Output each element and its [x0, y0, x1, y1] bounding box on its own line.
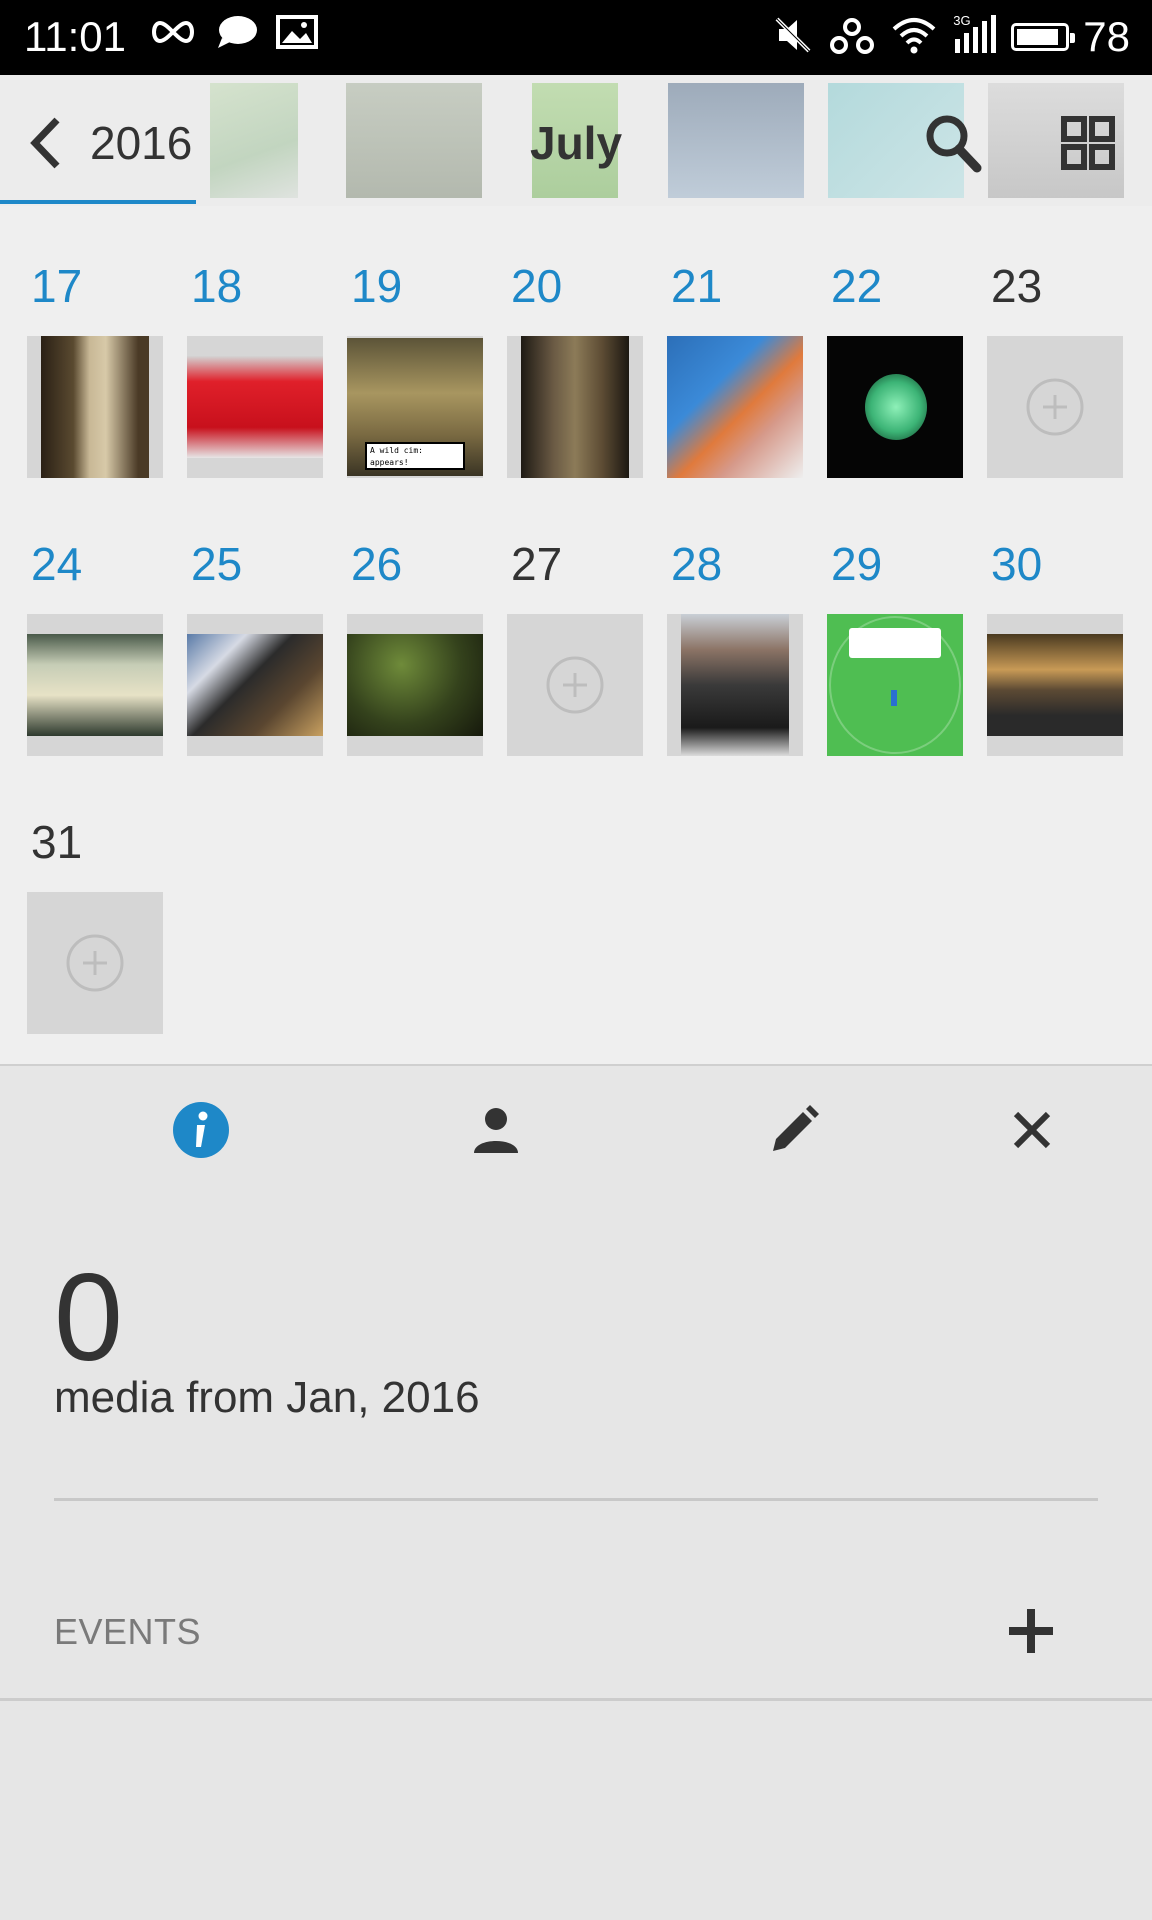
edit-tab[interactable]: [762, 1098, 826, 1162]
chevron-left-icon: [30, 117, 60, 169]
pencil-icon: [773, 1105, 819, 1151]
search-icon: [926, 115, 982, 173]
header-thumbnail: [668, 83, 804, 198]
day-cell[interactable]: 22: [827, 258, 963, 478]
day-number: 24: [31, 538, 83, 590]
media-count-caption: media from Jan, 2016: [54, 1373, 480, 1422]
day-thumbnail[interactable]: [667, 336, 803, 478]
day-number: 31: [31, 816, 83, 868]
day-number: 19: [351, 260, 403, 312]
day-cell[interactable]: 20: [507, 258, 643, 478]
section-divider: [54, 1498, 1098, 1501]
day-number: 27: [511, 538, 563, 590]
day-thumbnail[interactable]: [27, 336, 163, 478]
add-event-button[interactable]: [1006, 1606, 1056, 1656]
add-circle-icon: [546, 656, 604, 714]
day-cell[interactable]: 23: [987, 258, 1123, 478]
events-divider: [0, 1698, 1152, 1701]
day-number: 30: [991, 538, 1043, 590]
day-cell[interactable]: 26: [347, 536, 483, 756]
day-cell[interactable]: 25: [187, 536, 323, 756]
add-media-placeholder[interactable]: [27, 892, 163, 1034]
info-tab[interactable]: [169, 1098, 233, 1162]
people-tab[interactable]: [464, 1098, 528, 1162]
image-icon: [276, 15, 318, 54]
day-cell[interactable]: 19 A wild cim: appears!: [347, 258, 483, 478]
media-count: 0: [54, 1249, 123, 1387]
day-thumbnail[interactable]: [187, 614, 323, 756]
status-bar: 11:01 3G 78: [0, 0, 1152, 75]
day-cell[interactable]: 18: [187, 258, 323, 478]
person-icon: [474, 1108, 518, 1153]
day-number: 28: [671, 538, 723, 590]
search-button[interactable]: [922, 111, 984, 175]
day-number: 17: [31, 260, 83, 312]
events-section-label: EVENTS: [54, 1611, 202, 1652]
battery-level: 78: [1083, 13, 1130, 60]
day-thumbnail[interactable]: [187, 336, 323, 478]
year-tab[interactable]: 2016: [90, 115, 192, 171]
day-cell[interactable]: 27: [507, 536, 643, 756]
day-thumbnail[interactable]: [827, 336, 963, 478]
day-thumbnail[interactable]: A wild cim: appears!: [347, 336, 483, 478]
mute-icon: [773, 15, 813, 60]
header-thumbnail: [346, 83, 482, 198]
year-tab-indicator: [0, 200, 196, 204]
battery-icon: [1011, 23, 1076, 51]
calendar-header: 2016 July: [0, 75, 1152, 206]
vpn-icon: [827, 15, 877, 60]
day-number: 26: [351, 538, 403, 590]
day-cell[interactable]: 28: [667, 536, 803, 756]
signal-3g-icon: 3G: [951, 13, 997, 60]
wifi-icon: [891, 15, 937, 60]
add-circle-icon: [1026, 378, 1084, 436]
month-title: July: [530, 117, 623, 169]
day-number: 23: [991, 260, 1043, 312]
day-thumbnail[interactable]: [827, 614, 963, 756]
photo-caption: A wild cim: appears!: [365, 442, 465, 470]
add-media-placeholder[interactable]: [507, 614, 643, 756]
close-button[interactable]: [1000, 1098, 1064, 1162]
info-icon: [173, 1102, 229, 1158]
add-circle-icon: [66, 934, 124, 992]
grid-icon: [1061, 116, 1115, 170]
day-cell[interactable]: 21: [667, 258, 803, 478]
month-calendar-grid: 17 18 19 A wild cim: appears! 20 21 22 2…: [0, 206, 1152, 1064]
day-number: 29: [831, 538, 883, 590]
day-number: 22: [831, 260, 883, 312]
day-cell[interactable]: 24: [27, 536, 163, 756]
grid-view-button[interactable]: [1056, 111, 1120, 175]
day-number: 21: [671, 260, 723, 312]
day-thumbnail[interactable]: [507, 336, 643, 478]
day-thumbnail[interactable]: [987, 614, 1123, 756]
day-thumbnail[interactable]: [347, 614, 483, 756]
notification-icons: [148, 14, 318, 55]
details-panel: 0 media from Jan, 2016 EVENTS: [0, 1066, 1152, 1920]
status-time: 11:01: [24, 13, 126, 60]
header-thumbnail: [210, 83, 298, 198]
day-thumbnail[interactable]: [27, 614, 163, 756]
add-media-placeholder[interactable]: [987, 336, 1123, 478]
system-icons: 3G 78: [773, 12, 1130, 62]
close-icon: [1013, 1111, 1051, 1149]
day-number: 20: [511, 260, 563, 312]
infinity-icon: [148, 17, 198, 52]
day-thumbnail[interactable]: [667, 614, 803, 756]
day-cell[interactable]: 29: [827, 536, 963, 756]
chat-bubble-icon: [216, 14, 258, 55]
day-cell[interactable]: 30: [987, 536, 1123, 756]
day-number: 25: [191, 538, 243, 590]
day-number: 18: [191, 260, 243, 312]
back-button[interactable]: [20, 113, 70, 173]
day-cell[interactable]: 17: [27, 258, 163, 478]
plus-icon: [1009, 1609, 1053, 1653]
day-cell[interactable]: 31: [27, 814, 163, 1034]
